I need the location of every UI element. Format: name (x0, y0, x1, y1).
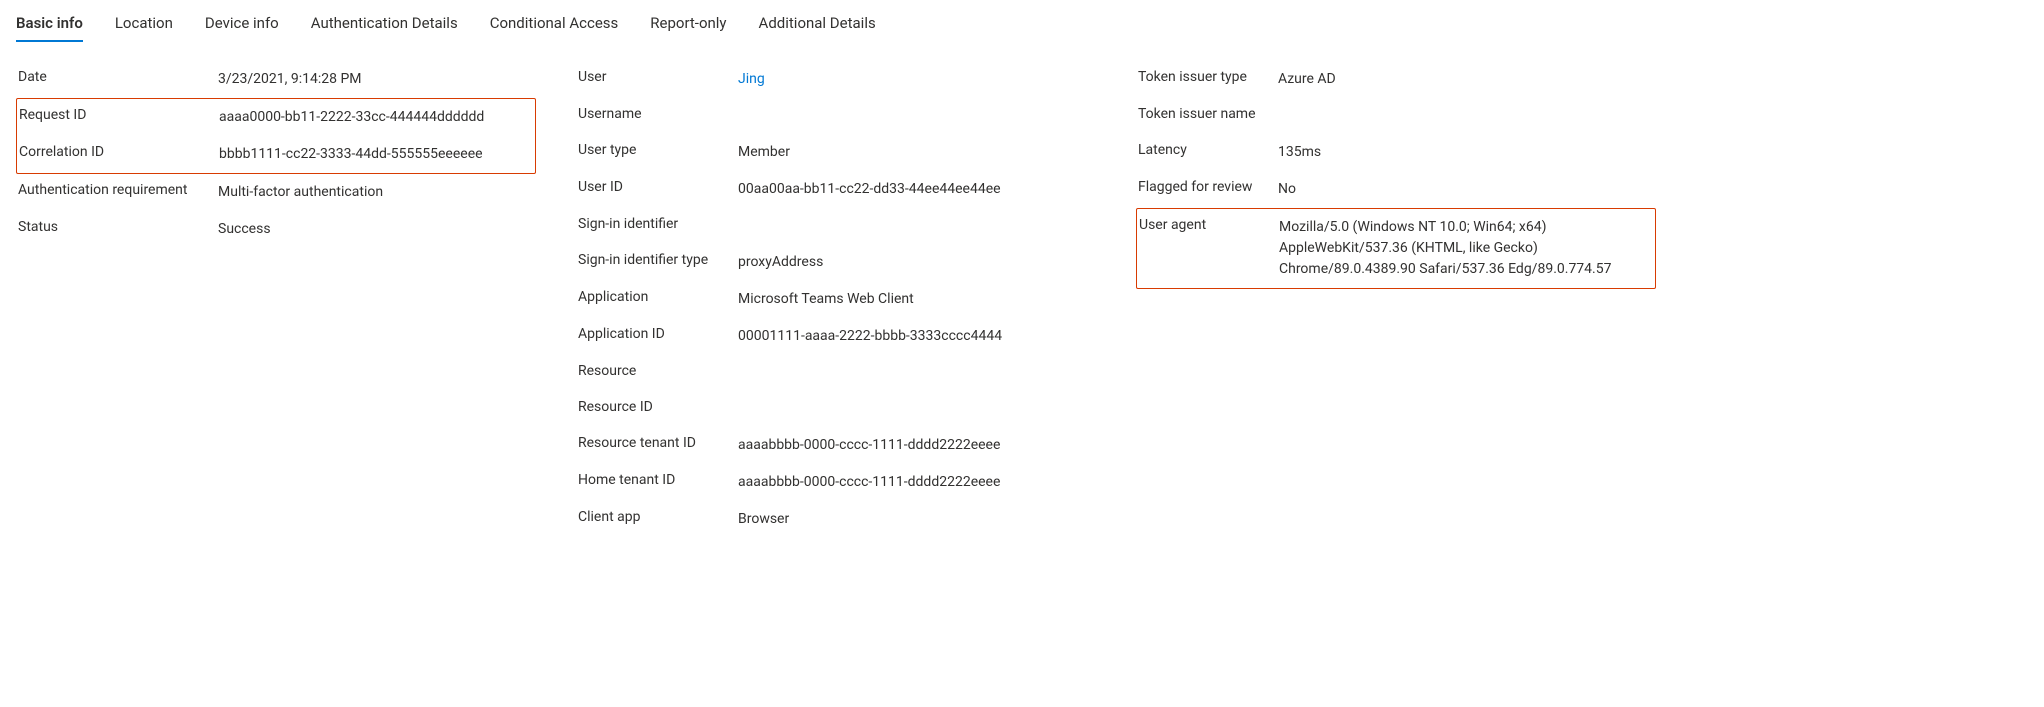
tab-location[interactable]: Location (115, 8, 173, 42)
row-token-issuer-name: Token issuer name (1136, 98, 1656, 134)
detail-tabs: Basic info Location Device info Authenti… (16, 8, 2028, 43)
detail-columns: Date 3/23/2021, 9:14:28 PM Request ID aa… (16, 61, 2028, 538)
row-token-issuer-type: Token issuer type Azure AD (1136, 61, 1656, 98)
value-date: 3/23/2021, 9:14:28 PM (218, 69, 534, 90)
row-user: User Jing (576, 61, 1096, 98)
row-correlation-id: Correlation ID bbbb1111-cc22-3333-44dd-5… (17, 136, 535, 173)
row-status: Status Success (16, 211, 536, 248)
label-status: Status (18, 219, 218, 235)
row-username: Username (576, 98, 1096, 134)
row-signin-identifier: Sign-in identifier (576, 208, 1096, 244)
row-resource-tenant-id: Resource tenant ID aaaabbbb-0000-cccc-11… (576, 427, 1096, 464)
value-request-id: aaaa0000-bb11-2222-33cc-444444dddddd (219, 107, 533, 128)
label-user-id: User ID (578, 179, 738, 195)
value-resource-tenant-id: aaaabbbb-0000-cccc-1111-dddd2222eeee (738, 435, 1094, 456)
label-signin-identifier-type: Sign-in identifier type (578, 252, 738, 268)
tab-conditional-access[interactable]: Conditional Access (490, 8, 619, 42)
tab-basic-info[interactable]: Basic info (16, 8, 83, 42)
label-user: User (578, 69, 738, 85)
value-correlation-id: bbbb1111-cc22-3333-44dd-555555eeeeee (219, 144, 533, 165)
row-client-app: Client app Browser (576, 501, 1096, 538)
row-auth-requirement: Authentication requirement Multi-factor … (16, 174, 536, 211)
detail-col-2: User Jing Username User type Member User… (576, 61, 1096, 538)
value-token-issuer-type: Azure AD (1278, 69, 1654, 90)
detail-col-3: Token issuer type Azure AD Token issuer … (1136, 61, 1656, 289)
label-resource-tenant-id: Resource tenant ID (578, 435, 738, 451)
value-flagged-for-review: No (1278, 179, 1654, 200)
row-flagged-for-review: Flagged for review No (1136, 171, 1656, 208)
label-resource-id: Resource ID (578, 399, 738, 415)
value-home-tenant-id: aaaabbbb-0000-cccc-1111-dddd2222eeee (738, 472, 1094, 493)
row-latency: Latency 135ms (1136, 134, 1656, 171)
value-user-agent: Mozilla/5.0 (Windows NT 10.0; Win64; x64… (1279, 217, 1653, 280)
label-correlation-id: Correlation ID (19, 144, 219, 160)
label-home-tenant-id: Home tenant ID (578, 472, 738, 488)
highlight-ids: Request ID aaaa0000-bb11-2222-33cc-44444… (16, 98, 536, 174)
row-date: Date 3/23/2021, 9:14:28 PM (16, 61, 536, 98)
detail-col-1: Date 3/23/2021, 9:14:28 PM Request ID aa… (16, 61, 536, 248)
label-token-issuer-type: Token issuer type (1138, 69, 1278, 85)
row-user-agent: User agent Mozilla/5.0 (Windows NT 10.0;… (1137, 209, 1655, 288)
value-application: Microsoft Teams Web Client (738, 289, 1094, 310)
label-user-type: User type (578, 142, 738, 158)
label-application-id: Application ID (578, 326, 738, 342)
row-home-tenant-id: Home tenant ID aaaabbbb-0000-cccc-1111-d… (576, 464, 1096, 501)
value-user-type: Member (738, 142, 1094, 163)
tab-device-info[interactable]: Device info (205, 8, 279, 42)
tab-authentication-details[interactable]: Authentication Details (311, 8, 458, 42)
signin-details-basic-info: Basic info Location Device info Authenti… (0, 0, 2044, 578)
label-application: Application (578, 289, 738, 305)
row-application: Application Microsoft Teams Web Client (576, 281, 1096, 318)
row-user-type: User type Member (576, 134, 1096, 171)
value-signin-identifier-type: proxyAddress (738, 252, 1094, 273)
label-latency: Latency (1138, 142, 1278, 158)
value-user-link[interactable]: Jing (738, 69, 1094, 90)
value-application-id: 00001111-aaaa-2222-bbbb-3333cccc4444 (738, 326, 1094, 347)
label-request-id: Request ID (19, 107, 219, 123)
label-resource: Resource (578, 363, 738, 379)
row-request-id: Request ID aaaa0000-bb11-2222-33cc-44444… (17, 99, 535, 136)
highlight-user-agent: User agent Mozilla/5.0 (Windows NT 10.0;… (1136, 208, 1656, 289)
label-date: Date (18, 69, 218, 85)
label-signin-identifier: Sign-in identifier (578, 216, 738, 232)
label-token-issuer-name: Token issuer name (1138, 106, 1278, 122)
label-client-app: Client app (578, 509, 738, 525)
value-user-id: 00aa00aa-bb11-cc22-dd33-44ee44ee44ee (738, 179, 1094, 200)
label-user-agent: User agent (1139, 217, 1279, 233)
value-latency: 135ms (1278, 142, 1654, 163)
row-resource-id: Resource ID (576, 391, 1096, 427)
value-status: Success (218, 219, 534, 240)
row-application-id: Application ID 00001111-aaaa-2222-bbbb-3… (576, 318, 1096, 355)
row-user-id: User ID 00aa00aa-bb11-cc22-dd33-44ee44ee… (576, 171, 1096, 208)
tab-report-only[interactable]: Report-only (650, 8, 726, 42)
label-username: Username (578, 106, 738, 122)
label-auth-requirement: Authentication requirement (18, 182, 218, 198)
label-flagged-for-review: Flagged for review (1138, 179, 1278, 195)
row-resource: Resource (576, 355, 1096, 391)
value-auth-requirement: Multi-factor authentication (218, 182, 534, 203)
tab-additional-details[interactable]: Additional Details (759, 8, 876, 42)
value-client-app: Browser (738, 509, 1094, 530)
row-signin-identifier-type: Sign-in identifier type proxyAddress (576, 244, 1096, 281)
